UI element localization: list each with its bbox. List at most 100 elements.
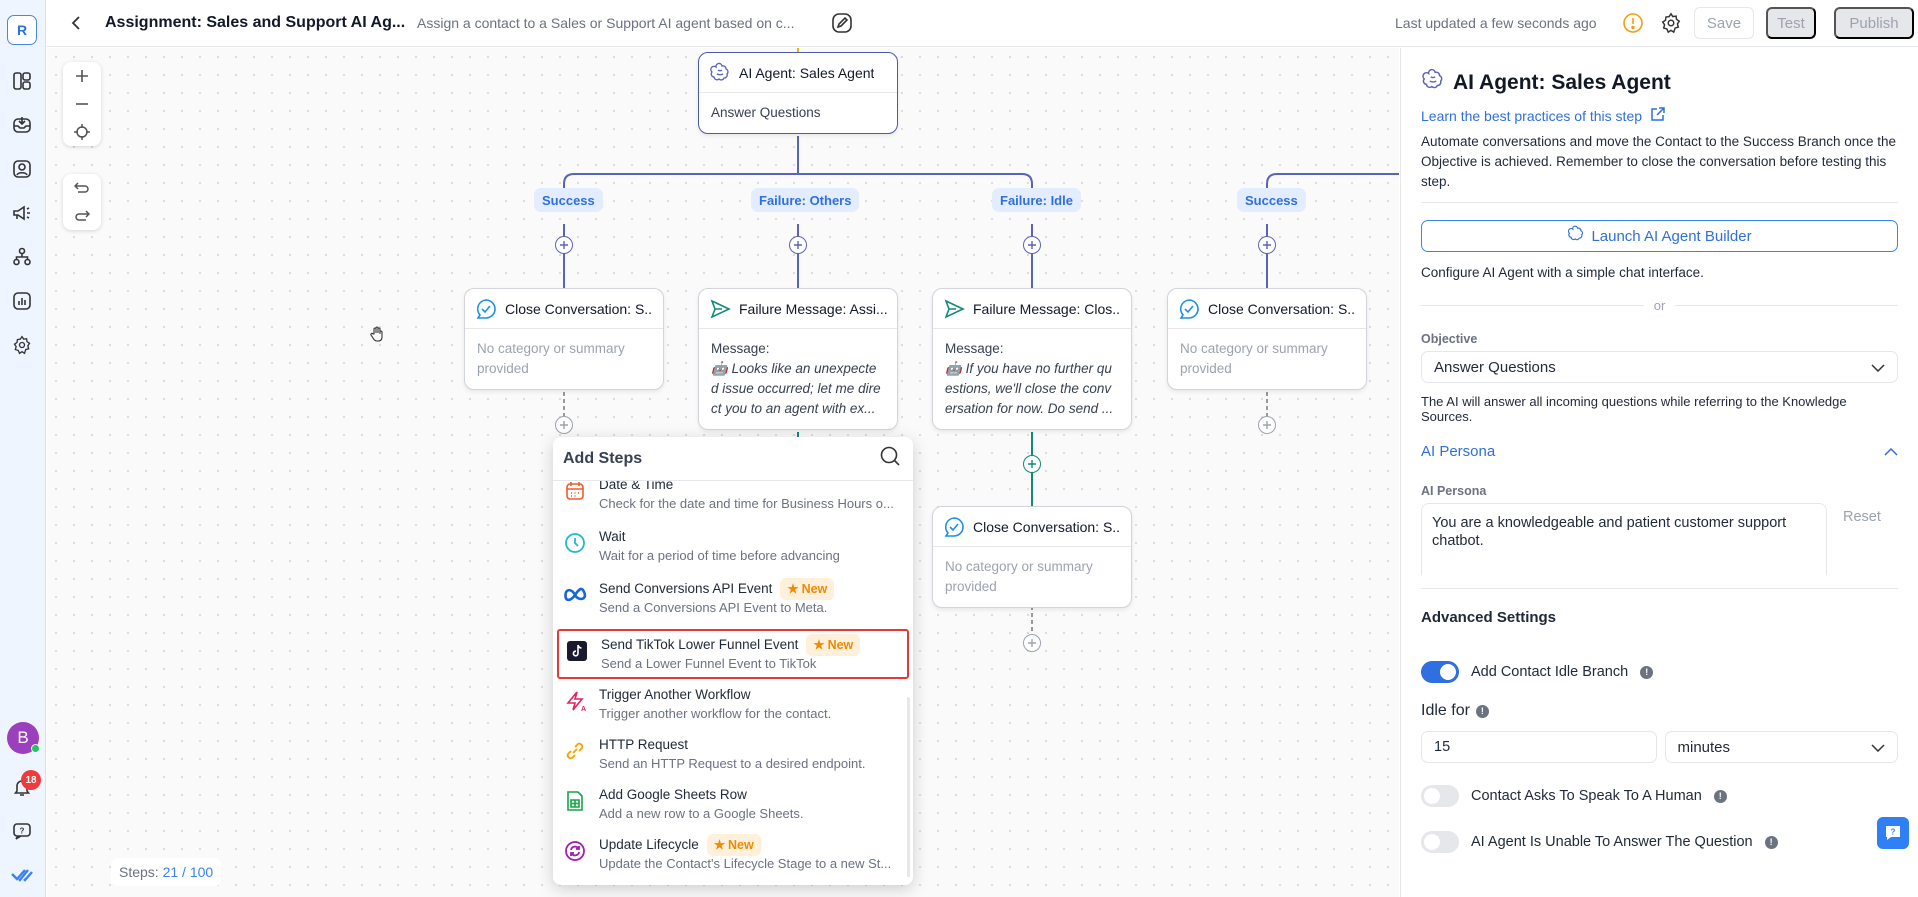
failure-message-node[interactable]: Failure Message: Assi... Message: 🤖 Look…: [698, 288, 898, 430]
step-item-trigger-workflow[interactable]: A Trigger Another Workflow Trigger anothe…: [557, 681, 909, 729]
redo-icon: [75, 210, 90, 221]
svg-text:?: ?: [1891, 828, 1896, 837]
add-step-button[interactable]: [1023, 455, 1041, 473]
settings-icon[interactable]: [11, 334, 33, 356]
ai-persona-label: AI Persona: [1421, 484, 1487, 498]
learn-best-practices-link[interactable]: Learn the best practices of this step: [1421, 106, 1898, 125]
step-item-wait[interactable]: Wait Wait for a period of time before adv…: [557, 523, 909, 571]
branch-label-failure-idle: Failure: Idle: [992, 188, 1081, 212]
idle-branch-toggle-row: Add Contact Idle Branch !: [1421, 661, 1898, 683]
add-step-button[interactable]: [555, 416, 573, 434]
node-title: Failure Message: Assi...: [739, 300, 887, 317]
inbox-icon[interactable]: [11, 114, 33, 136]
zoom-out-button[interactable]: [63, 90, 101, 118]
idle-branch-label: Add Contact Idle Branch: [1471, 664, 1629, 680]
branch-label-failure-others: Failure: Others: [751, 188, 860, 212]
close-conversation-node[interactable]: Close Conversation: S... No category or …: [1167, 288, 1367, 390]
workflows-icon[interactable]: [11, 246, 33, 268]
search-icon[interactable]: [879, 445, 901, 472]
help-chat-icon[interactable]: ?: [11, 820, 33, 842]
ai-persona-section-toggle[interactable]: AI Persona: [1421, 443, 1898, 460]
node-title: Close Conversation: S...: [1208, 300, 1356, 317]
dashboard-icon[interactable]: [11, 70, 33, 92]
warning-icon[interactable]: [1622, 12, 1644, 34]
step-item-date-time[interactable]: Date & Time Check for the date and time f…: [557, 481, 909, 519]
add-step-button[interactable]: [789, 236, 807, 254]
hand-cursor-icon: [369, 326, 387, 344]
redo-button[interactable]: [63, 202, 101, 230]
step-desc: Send a Conversions API Event to Meta.: [599, 600, 828, 615]
reset-button[interactable]: Reset: [1843, 509, 1881, 575]
broadcast-icon[interactable]: [11, 202, 33, 224]
speak-to-human-toggle-row: Contact Asks To Speak To A Human !: [1421, 785, 1898, 807]
chevron-up-icon: [1884, 443, 1898, 460]
svg-text:A: A: [581, 706, 586, 712]
close-conversation-node[interactable]: Close Conversation: S... No category or …: [464, 288, 664, 390]
zoom-in-button[interactable]: [63, 62, 101, 90]
idle-unit-select[interactable]: minutes: [1664, 731, 1898, 763]
step-list[interactable]: Date & Time Check for the date and time f…: [553, 481, 913, 885]
idle-duration-input[interactable]: 15: [1421, 731, 1657, 763]
objective-select[interactable]: Answer Questions: [1421, 351, 1898, 383]
chevron-down-icon: [1871, 359, 1885, 376]
or-text: or: [1653, 298, 1666, 313]
step-title: Update Lifecycle: [599, 837, 699, 852]
add-step-button[interactable]: [1023, 634, 1041, 652]
objective-value: Answer Questions: [1434, 358, 1556, 376]
save-button[interactable]: Save: [1694, 7, 1754, 39]
ai-persona-textarea[interactable]: [1421, 503, 1827, 575]
step-item-google-sheets[interactable]: Add Google Sheets Row Add a new row to a …: [557, 781, 909, 829]
add-steps-popup: Add Steps Date & Time Check for the date …: [553, 437, 913, 885]
publish-button[interactable]: Publish: [1834, 7, 1914, 39]
svg-text:?: ?: [20, 827, 25, 836]
workspace-logo[interactable]: R: [7, 15, 37, 45]
speak-to-human-toggle[interactable]: [1421, 785, 1459, 807]
contacts-icon[interactable]: [11, 158, 33, 180]
popup-scrollbar[interactable]: [907, 697, 910, 877]
branch-label-success: Success: [534, 188, 603, 212]
failure-message-node[interactable]: Failure Message: Clos... Message: 🤖 If y…: [932, 288, 1132, 430]
step-item-tiktok-lower-funnel[interactable]: Send TikTok Lower Funnel Event ★ New Send a…: [557, 629, 909, 679]
new-badge: ★ New: [780, 577, 835, 600]
launch-ai-agent-builder-button[interactable]: Launch AI Agent Builder: [1421, 220, 1898, 252]
notification-count-badge: 18: [21, 770, 41, 790]
close-conversation-node[interactable]: Close Conversation: S... No category or …: [932, 506, 1132, 608]
workflow-settings-gear-icon[interactable]: [1660, 12, 1682, 34]
plus-icon: [794, 241, 802, 249]
unable-to-answer-toggle[interactable]: [1421, 831, 1459, 853]
recenter-button[interactable]: [63, 118, 101, 146]
add-step-button[interactable]: [1258, 236, 1276, 254]
new-badge: ★ New: [706, 833, 761, 856]
edit-icon[interactable]: [831, 12, 853, 34]
info-icon[interactable]: !: [1764, 835, 1778, 849]
step-title: Send Conversions API Event: [599, 581, 773, 596]
idle-branch-toggle[interactable]: [1421, 661, 1459, 683]
back-button[interactable]: [65, 12, 87, 34]
info-icon[interactable]: !: [1713, 789, 1727, 803]
undo-button[interactable]: [63, 174, 101, 202]
step-item-update-lifecycle[interactable]: Update Lifecycle ★ New Update the Contact's…: [557, 831, 909, 879]
step-settings-panel: AI Agent: Sales Agent Learn the best pra…: [1400, 48, 1918, 897]
add-step-button[interactable]: [1258, 416, 1276, 434]
support-chat-button[interactable]: ?: [1877, 817, 1909, 849]
steps-label: Steps:: [119, 864, 159, 880]
branch-label-success-2: Success: [1237, 188, 1306, 212]
ai-agent-node[interactable]: AI Agent: Sales Agent Answer Questions: [698, 52, 898, 134]
top-bar: Assignment: Sales and Support AI Ag... A…: [47, 0, 1918, 47]
plus-icon: [76, 70, 88, 82]
idle-inputs: 15 minutes: [1421, 731, 1898, 763]
step-item-http-request[interactable]: HTTP Request Send an HTTP Request to a de…: [557, 731, 909, 779]
step-desc: Update the Contact's Lifecycle Stage to …: [599, 856, 892, 871]
reports-icon[interactable]: [11, 290, 33, 312]
divider: [1421, 202, 1898, 203]
node-body: Message: 🤖 If you have no further qu est…: [933, 329, 1131, 429]
step-item-conversions-api[interactable]: Send Conversions API Event ★ New Send a Con…: [557, 575, 909, 623]
info-icon[interactable]: !: [1640, 665, 1654, 679]
info-icon[interactable]: !: [1475, 704, 1489, 718]
message-text: If you have no further qu estions, we'll…: [945, 361, 1114, 416]
brain-icon: [709, 62, 731, 84]
add-step-button[interactable]: [555, 236, 573, 254]
speak-to-human-label: Contact Asks To Speak To A Human: [1471, 788, 1702, 804]
test-button[interactable]: Test: [1766, 7, 1816, 39]
add-step-button[interactable]: [1023, 236, 1041, 254]
